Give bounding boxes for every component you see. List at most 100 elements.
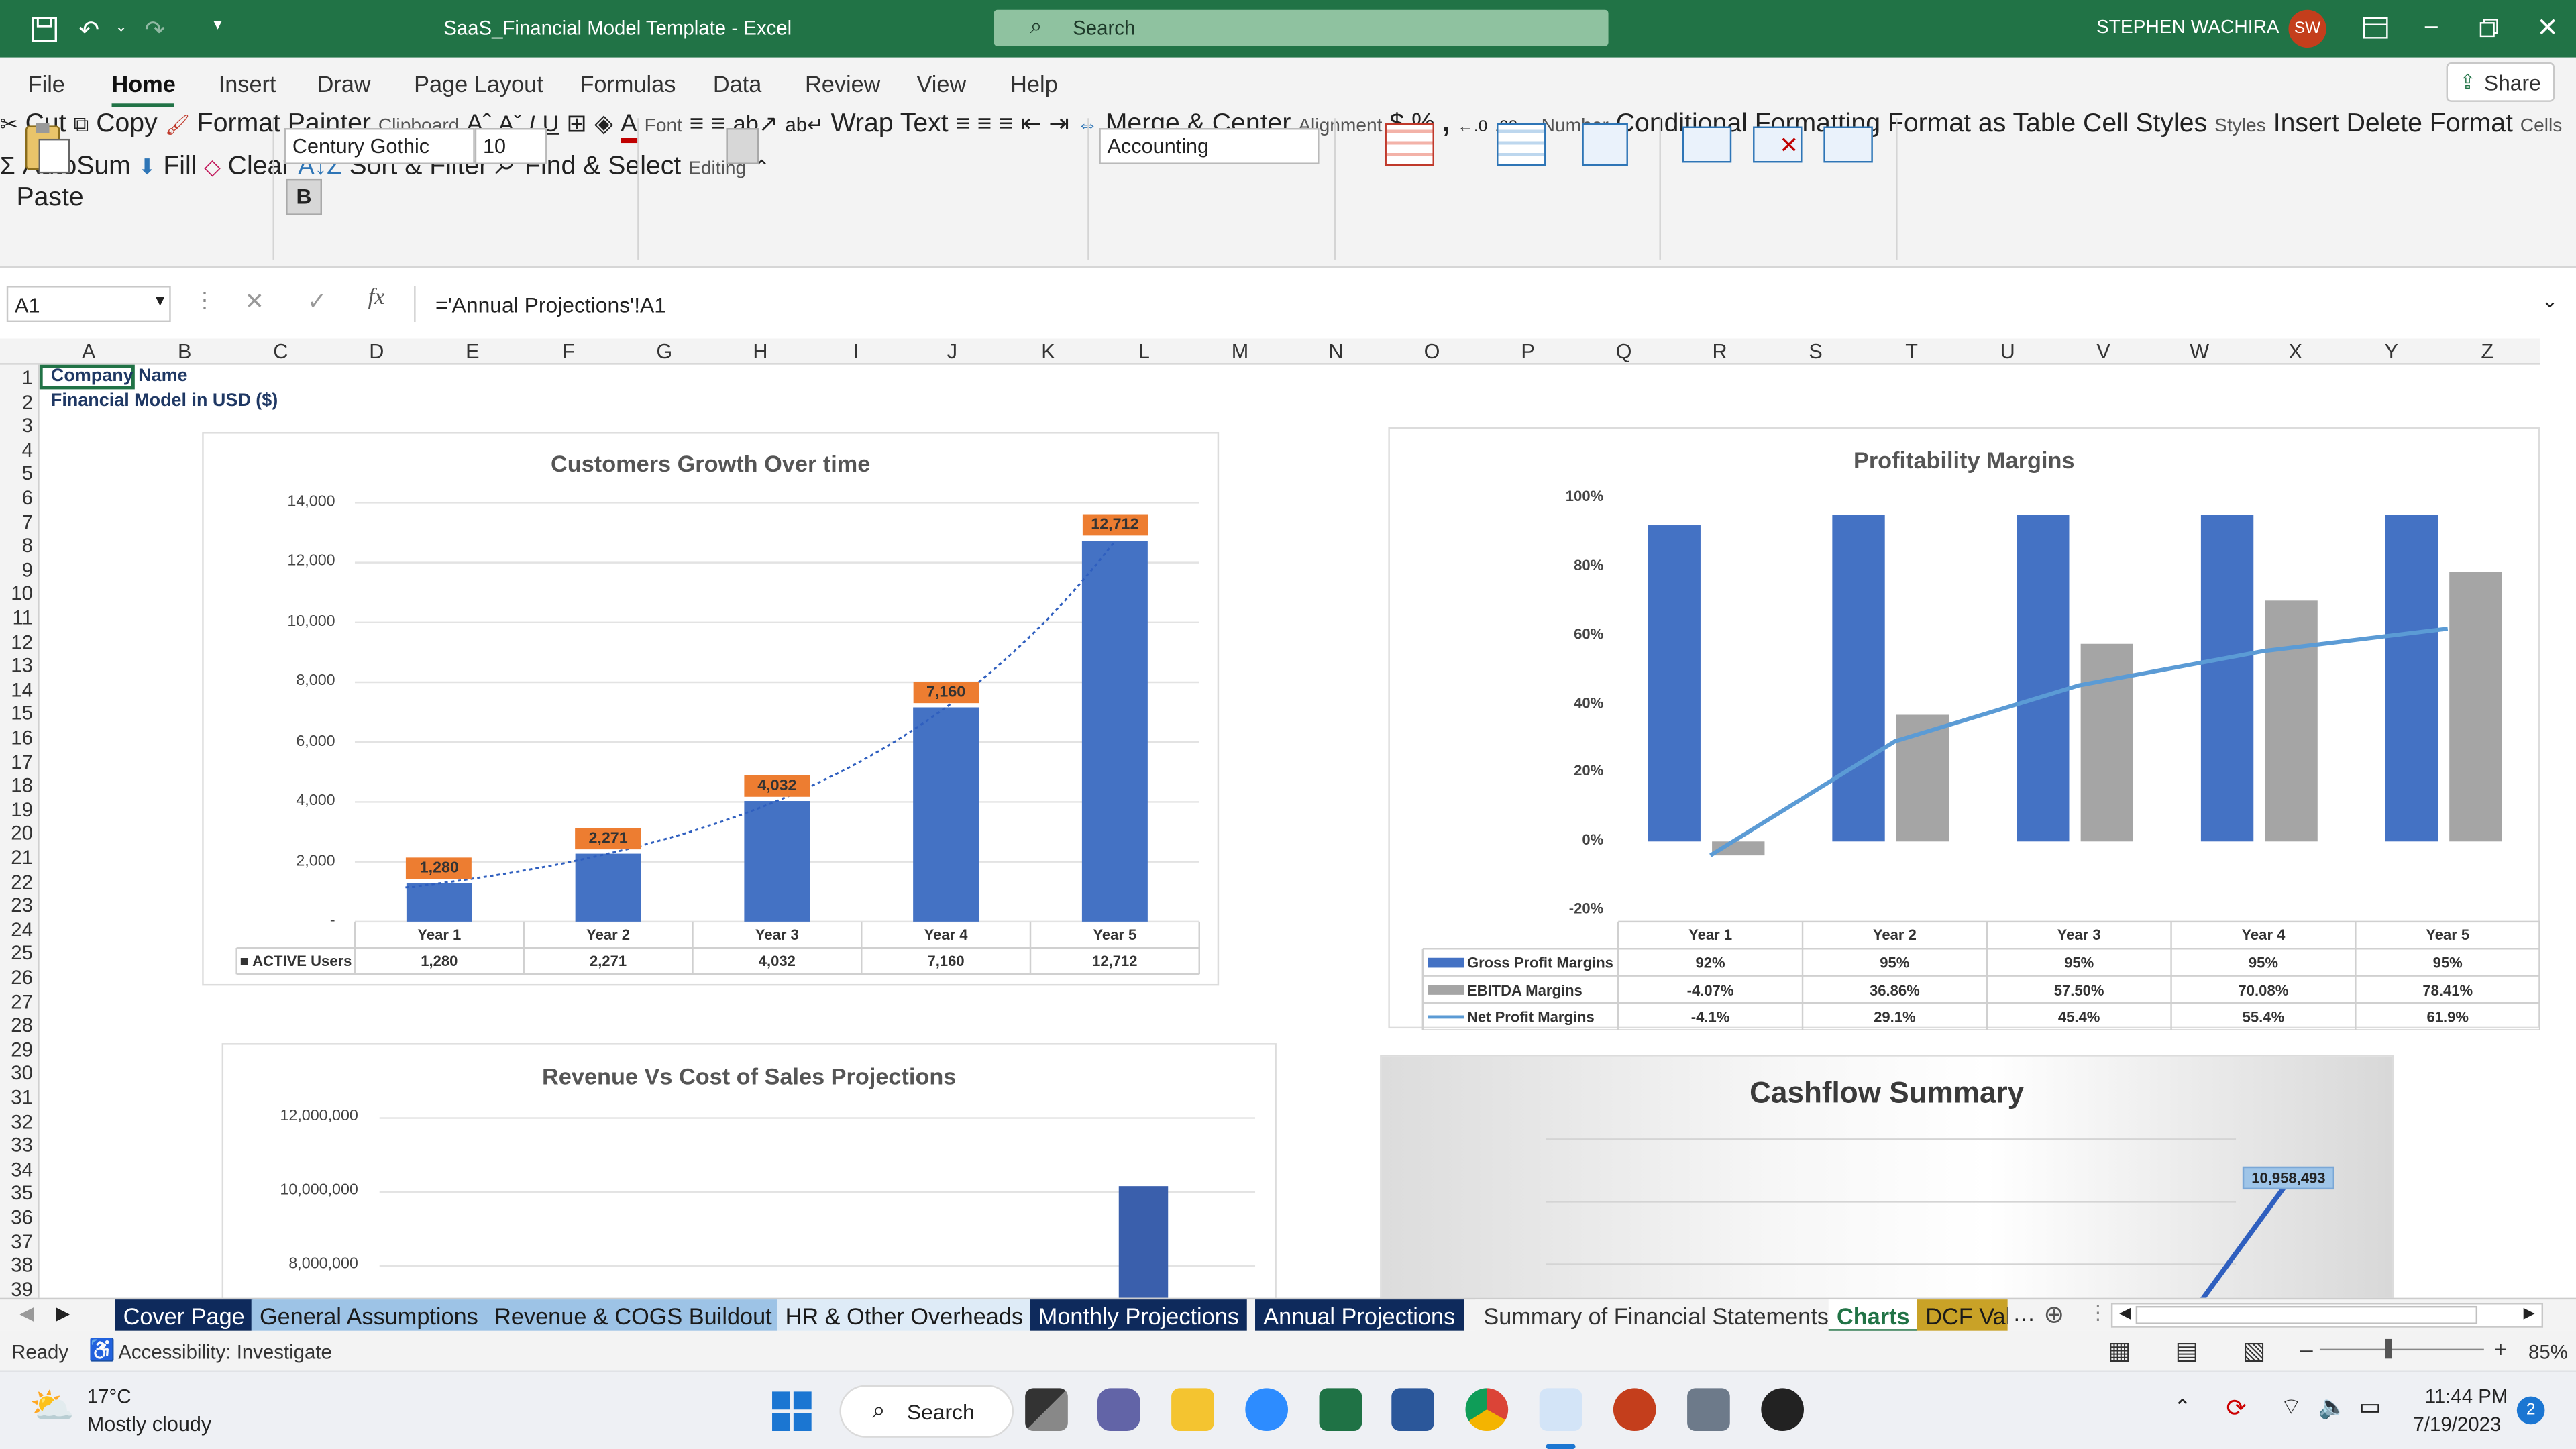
copy-icon[interactable]: ⧉ bbox=[74, 112, 89, 137]
scroll-left-icon[interactable]: ◀ bbox=[2119, 1304, 2131, 1322]
sheet-tab[interactable]: DCF Val bbox=[1917, 1299, 2008, 1333]
tab-split-handle[interactable]: ⋮ bbox=[2088, 1301, 2108, 1324]
row-header[interactable]: 7 bbox=[0, 511, 33, 533]
row-header[interactable]: 17 bbox=[0, 750, 33, 773]
column-header[interactable]: T bbox=[1864, 340, 1960, 363]
column-header[interactable]: L bbox=[1096, 340, 1191, 363]
column-header[interactable]: B bbox=[137, 340, 232, 363]
row-header[interactable]: 6 bbox=[0, 486, 33, 509]
show-hidden-icons[interactable]: ⌃ bbox=[2174, 1395, 2192, 1421]
row-header[interactable]: 2 bbox=[0, 390, 33, 413]
prev-sheet-icon[interactable]: ◀ bbox=[19, 1303, 34, 1324]
horizontal-scrollbar[interactable]: ◀ ▶ bbox=[2110, 1303, 2544, 1328]
scroll-right-icon[interactable]: ▶ bbox=[2524, 1304, 2535, 1322]
cell-styles-icon[interactable] bbox=[1582, 123, 1628, 166]
fill-color-icon[interactable]: ◈ bbox=[594, 110, 613, 138]
page-break-view-icon[interactable]: ▧ bbox=[2243, 1336, 2266, 1365]
column-header[interactable]: M bbox=[1192, 340, 1287, 363]
align-top-icon[interactable]: ≡ bbox=[690, 110, 704, 138]
row-header[interactable]: 33 bbox=[0, 1134, 33, 1157]
column-header[interactable]: A bbox=[41, 340, 136, 363]
clear-button[interactable]: Clear bbox=[228, 153, 291, 181]
column-header[interactable]: P bbox=[1481, 340, 1576, 363]
zoom-out-icon[interactable]: – bbox=[2300, 1336, 2313, 1362]
tab-help[interactable]: Help bbox=[1010, 70, 1058, 97]
font-name-dropdown[interactable]: Century Gothic bbox=[284, 128, 475, 164]
row-header[interactable]: 37 bbox=[0, 1230, 33, 1252]
share-button[interactable]: ⇪ Share bbox=[2446, 62, 2555, 102]
expand-formula-bar-icon[interactable]: ⌄ bbox=[2542, 289, 2559, 312]
decrease-indent-icon[interactable]: ⇤ bbox=[1021, 110, 1042, 138]
column-header[interactable]: I bbox=[808, 340, 904, 363]
column-header[interactable]: W bbox=[2152, 340, 2247, 363]
task-view-icon[interactable] bbox=[1025, 1388, 1068, 1432]
taskbar-search[interactable]: ⌕ Search bbox=[839, 1385, 1014, 1438]
column-header[interactable]: G bbox=[616, 340, 712, 363]
row-header[interactable]: 36 bbox=[0, 1206, 33, 1229]
borders-icon[interactable]: ⊞ bbox=[566, 110, 587, 138]
revenue-vs-cost-chart[interactable]: Revenue Vs Cost of Sales Projections 12,… bbox=[221, 1043, 1277, 1298]
cashflow-summary-chart[interactable]: Cashflow Summary 10,958,493 bbox=[1380, 1055, 2394, 1298]
column-header[interactable]: Y bbox=[2344, 340, 2439, 363]
column-header[interactable]: C bbox=[233, 340, 328, 363]
row-header[interactable]: 35 bbox=[0, 1182, 33, 1205]
search-box[interactable]: ⌕ Search bbox=[994, 9, 1609, 46]
powerpoint-icon[interactable] bbox=[1613, 1388, 1656, 1432]
autosum-icon[interactable]: Σ bbox=[0, 153, 15, 181]
align-center-icon[interactable]: ≡ bbox=[977, 110, 991, 138]
page-layout-view-icon[interactable]: ▤ bbox=[2175, 1336, 2198, 1365]
row-header[interactable]: 38 bbox=[0, 1254, 33, 1277]
sheet-tab[interactable]: Cover Page bbox=[115, 1299, 253, 1333]
fill-button[interactable]: Fill bbox=[163, 153, 197, 181]
column-header[interactable]: H bbox=[712, 340, 808, 363]
chrome-icon[interactable] bbox=[1465, 1388, 1509, 1432]
minimize-icon[interactable]: – bbox=[2425, 11, 2438, 38]
row-header[interactable]: 18 bbox=[0, 774, 33, 797]
battery-icon[interactable]: ▭ bbox=[2359, 1393, 2381, 1421]
row-header[interactable]: 31 bbox=[0, 1086, 33, 1109]
profitability-margins-chart[interactable]: Profitability Margins 100% 80% 60% 40% 20% 0%… bbox=[1388, 427, 2540, 1030]
cancel-icon[interactable]: ✕ bbox=[245, 288, 264, 316]
volume-icon[interactable]: 🔈 bbox=[2318, 1393, 2347, 1421]
tab-data[interactable]: Data bbox=[713, 70, 761, 97]
excel-taskbar-icon[interactable] bbox=[1319, 1388, 1362, 1432]
delete-cells-icon[interactable]: ✕ bbox=[1753, 126, 1803, 163]
more-sheets-icon[interactable]: … bbox=[2012, 1299, 2035, 1326]
column-header[interactable]: S bbox=[1768, 340, 1864, 363]
name-box[interactable]: A1 ▼ bbox=[6, 286, 171, 323]
zoom-app-icon[interactable] bbox=[1245, 1388, 1289, 1432]
row-header[interactable]: 20 bbox=[0, 822, 33, 845]
format-as-table-button[interactable]: Format as bbox=[1888, 110, 2006, 138]
redo-icon[interactable]: ↷ bbox=[145, 15, 166, 44]
increase-indent-icon[interactable]: ⇥ bbox=[1049, 110, 1069, 138]
row-header[interactable]: 24 bbox=[0, 918, 33, 941]
align-bottom-button[interactable] bbox=[726, 128, 759, 164]
row-header[interactable]: 25 bbox=[0, 942, 33, 965]
user-name[interactable]: STEPHEN WACHIRA bbox=[2096, 18, 2279, 38]
wifi-icon[interactable]: ⌔ bbox=[2280, 1393, 2302, 1423]
column-header[interactable]: J bbox=[904, 340, 1000, 363]
bold-button[interactable]: B bbox=[286, 178, 323, 215]
windows-start-icon[interactable] bbox=[772, 1391, 812, 1432]
wrap-text-icon[interactable]: ab↵ bbox=[785, 113, 823, 136]
undo-icon[interactable]: ↶ bbox=[79, 15, 100, 44]
row-header[interactable]: 34 bbox=[0, 1158, 33, 1181]
tab-home[interactable]: Home bbox=[112, 70, 176, 97]
horizontal-scroll-thumb[interactable] bbox=[2135, 1305, 2478, 1324]
number-format-dropdown[interactable]: Accounting bbox=[1099, 128, 1320, 164]
row-header[interactable]: 28 bbox=[0, 1014, 33, 1036]
tab-file[interactable]: File bbox=[28, 70, 65, 97]
wrap-text-button[interactable]: Wrap Text bbox=[831, 110, 949, 138]
row-header[interactable]: 9 bbox=[0, 558, 33, 581]
row-header[interactable]: 16 bbox=[0, 726, 33, 749]
undo-dropdown-icon[interactable]: ⌄ bbox=[115, 18, 127, 36]
row-header[interactable]: 4 bbox=[0, 438, 33, 461]
sheet-tab[interactable]: Monthly Projections bbox=[1030, 1299, 1248, 1333]
zoom-in-icon[interactable]: + bbox=[2494, 1336, 2508, 1362]
column-header[interactable]: K bbox=[1000, 340, 1095, 363]
accessibility-status[interactable]: Accessibility: Investigate bbox=[118, 1340, 332, 1363]
worksheet-grid[interactable]: Company Name Financial Model in USD ($) … bbox=[39, 364, 2540, 1298]
row-header[interactable]: 29 bbox=[0, 1038, 33, 1061]
file-explorer-icon[interactable] bbox=[1171, 1388, 1214, 1432]
align-middle-icon[interactable]: ≡ bbox=[711, 110, 725, 138]
